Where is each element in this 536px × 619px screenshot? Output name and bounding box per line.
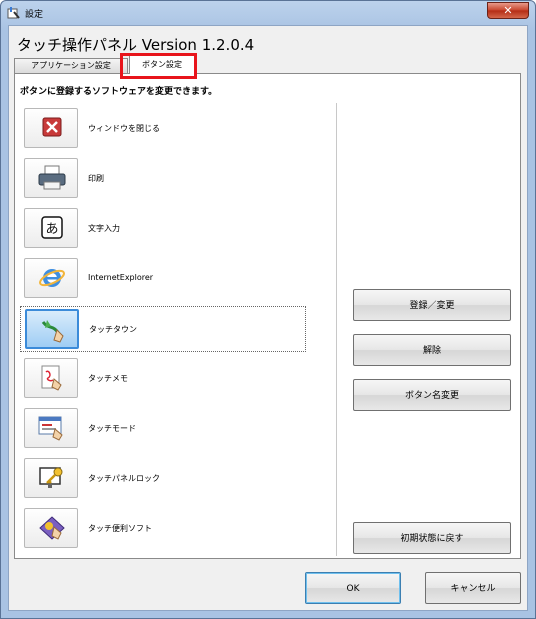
- touch-utility-icon: [39, 516, 65, 540]
- printer-icon: [38, 165, 66, 190]
- item-icon-button[interactable]: [24, 408, 78, 448]
- rename-button[interactable]: ボタン名変更: [353, 379, 511, 411]
- list-item-touch-utility[interactable]: タッチ便利ソフト: [20, 506, 306, 552]
- list-item-close-window[interactable]: ウィンドウを閉じる: [20, 106, 306, 152]
- text-input-icon: あ: [41, 216, 63, 239]
- item-icon-button[interactable]: [24, 258, 78, 298]
- item-label: タッチ便利ソフト: [88, 524, 152, 533]
- internet-explorer-icon: [39, 269, 65, 287]
- list-item-internet-explorer[interactable]: InternetExplorer: [20, 256, 306, 302]
- reset-defaults-button[interactable]: 初期状態に戻す: [353, 522, 511, 554]
- list-item-touch-memo[interactable]: タッチメモ: [20, 356, 306, 402]
- item-icon-button[interactable]: [25, 309, 79, 349]
- item-label: タッチモード: [88, 424, 136, 433]
- touch-memo-icon: [41, 365, 62, 391]
- item-label: 文字入力: [88, 224, 120, 233]
- item-label: ウィンドウを閉じる: [88, 124, 160, 133]
- item-label: タッチパネルロック: [88, 474, 160, 483]
- list-item-touch-panel-lock[interactable]: タッチパネルロック: [20, 456, 306, 502]
- list-item-print[interactable]: 印刷: [20, 156, 306, 202]
- window-title: 設定: [25, 10, 44, 20]
- list-item-touch-town[interactable]: タッチタウン: [20, 306, 306, 352]
- item-label: タッチメモ: [88, 374, 128, 383]
- touch-mode-icon: [38, 416, 63, 441]
- item-label: InternetExplorer: [88, 273, 154, 282]
- svg-text:あ: あ: [45, 222, 58, 237]
- tab-application-settings[interactable]: アプリケーション設定: [14, 58, 128, 73]
- settings-app-icon: [7, 7, 20, 19]
- title-bar[interactable]: 設定 ✕: [1, 1, 535, 25]
- list-item-text-input[interactable]: あ 文字入力: [20, 206, 306, 252]
- remove-button[interactable]: 解除: [353, 334, 511, 366]
- close-window-icon: [42, 117, 62, 137]
- item-icon-button[interactable]: [24, 158, 78, 198]
- tab-highlight-frame: [120, 53, 197, 79]
- touch-panel-lock-icon: [39, 467, 63, 488]
- window-close-button[interactable]: ✕: [487, 2, 529, 19]
- button-settings-panel: ボタンに登録するソフトウェアを変更できます。 ウィンドウを閉じる 印刷 あ 文字…: [14, 73, 521, 559]
- register-change-button[interactable]: 登録／変更: [353, 289, 511, 321]
- cancel-button[interactable]: キャンセル: [425, 572, 521, 604]
- item-icon-button[interactable]: [24, 458, 78, 498]
- item-icon-button[interactable]: [24, 508, 78, 548]
- panel-description: ボタンに登録するソフトウェアを変更できます。: [20, 87, 218, 97]
- item-label: タッチタウン: [89, 325, 137, 334]
- ok-button[interactable]: OK: [305, 572, 401, 604]
- touch-town-icon: [41, 320, 64, 343]
- settings-window: 設定 ✕ タッチ操作パネル Version 1.2.0.4 アプリケーション設定…: [0, 0, 536, 619]
- item-icon-button[interactable]: [24, 358, 78, 398]
- item-label: 印刷: [88, 174, 104, 183]
- list-item-touch-mode[interactable]: タッチモード: [20, 406, 306, 452]
- dialog-client-area: タッチ操作パネル Version 1.2.0.4 アプリケーション設定 ボタン設…: [8, 25, 528, 611]
- page-title: タッチ操作パネル Version 1.2.0.4: [17, 36, 255, 54]
- item-icon-button[interactable]: [24, 108, 78, 148]
- panel-divider: [336, 103, 337, 556]
- item-icon-button[interactable]: あ: [24, 208, 78, 248]
